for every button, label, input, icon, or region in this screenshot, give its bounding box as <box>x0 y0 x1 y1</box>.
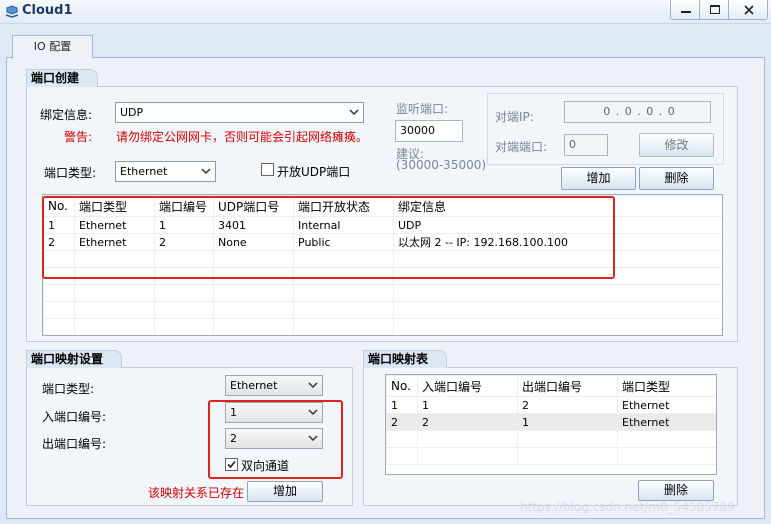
table-cell: 1 <box>386 396 418 414</box>
cloud-app-icon <box>4 4 20 20</box>
table-row-empty <box>43 284 722 302</box>
mapping-table-legend: 端口映射表 <box>363 350 447 368</box>
bind-label: 绑定信息: <box>40 108 93 122</box>
bind-select-value: UDP <box>120 106 144 119</box>
peer-ip-input[interactable]: 0 . 0 . 0 . 0 <box>564 101 711 123</box>
table-row-empty <box>43 318 722 335</box>
table-cell: Ethernet <box>617 413 716 431</box>
map-port-type-label: 端口类型: <box>42 382 95 396</box>
table-cell: 1 <box>417 396 518 414</box>
table-row-empty <box>386 447 716 465</box>
mapping-add-button[interactable]: 增加 <box>247 481 323 502</box>
maximize-button[interactable] <box>699 0 729 20</box>
peer-port-label: 对端端口: <box>495 140 548 154</box>
table-row-empty <box>386 430 716 448</box>
table-cell: 2 <box>417 413 518 431</box>
map-port-type-select[interactable]: Ethernet <box>225 375 323 396</box>
table-row-empty <box>43 301 722 319</box>
suggest-range: (30000-35000) <box>396 158 487 172</box>
highlight-box <box>42 196 615 279</box>
title-bar[interactable] <box>0 0 771 24</box>
listen-port-label: 监听端口: <box>396 102 449 116</box>
col-header[interactable]: 端口类型 <box>617 375 716 397</box>
port-type-label: 端口类型: <box>44 166 97 180</box>
watermark-text: https://blog.csdn.net/m0_54585789 <box>520 500 735 514</box>
table-header-row: No. 入端口编号 出端口编号 端口类型 <box>386 375 716 397</box>
table-cell: Ethernet <box>617 396 716 414</box>
port-create-legend: 端口创建 <box>26 69 98 87</box>
warning-text: 请勿绑定公网网卡，否则可能会引起网络瘫痪。 <box>116 130 369 144</box>
table-row[interactable]: 1 1 2 Ethernet <box>386 396 716 414</box>
table-cell: 2 <box>517 396 618 414</box>
open-udp-checkbox[interactable] <box>261 163 274 176</box>
modify-button[interactable]: 修改 <box>639 133 714 157</box>
window-title: Cloud1 <box>22 3 73 18</box>
table-cell: 2 <box>386 413 418 431</box>
bind-select[interactable]: UDP <box>115 102 364 123</box>
peer-ip-label: 对端IP: <box>495 110 534 124</box>
chevron-down-icon <box>308 382 318 389</box>
mapping-delete-button[interactable]: 删除 <box>638 480 714 501</box>
highlight-box <box>208 400 343 479</box>
out-port-label: 出端口编号: <box>42 437 107 451</box>
minimize-icon <box>681 11 691 13</box>
chevron-down-icon <box>349 109 359 116</box>
in-port-label: 入端口编号: <box>42 410 107 424</box>
tab-io-config[interactable]: IO 配置 <box>12 35 93 59</box>
port-type-select[interactable]: Ethernet <box>115 161 216 182</box>
chevron-down-icon <box>201 168 211 175</box>
col-header[interactable]: No. <box>386 375 418 397</box>
close-icon <box>744 5 754 15</box>
minimize-button[interactable] <box>670 0 700 20</box>
map-port-type-value: Ethernet <box>230 379 278 392</box>
open-udp-label: 开放UDP端口 <box>277 165 351 179</box>
col-header[interactable]: 出端口编号 <box>517 375 618 397</box>
peer-port-input[interactable]: 0 <box>564 134 608 156</box>
close-button[interactable] <box>728 0 768 20</box>
mapping-table[interactable]: No. 入端口编号 出端口编号 端口类型 1 1 2 Ethernet 2 2 … <box>385 374 717 475</box>
mapping-settings-legend: 端口映射设置 <box>26 350 122 368</box>
table-row-selected[interactable]: 2 2 1 Ethernet <box>386 413 716 431</box>
port-delete-button[interactable]: 删除 <box>639 167 714 190</box>
mapping-status-text: 该映射关系已存在 <box>148 486 245 500</box>
table-cell: 1 <box>517 413 618 431</box>
warning-label: 警告: <box>64 130 93 144</box>
col-header[interactable]: 入端口编号 <box>417 375 518 397</box>
port-type-value: Ethernet <box>120 165 168 178</box>
port-add-button[interactable]: 增加 <box>561 167 636 190</box>
maximize-icon <box>710 5 720 14</box>
listen-port-input[interactable]: 30000 <box>395 120 463 142</box>
